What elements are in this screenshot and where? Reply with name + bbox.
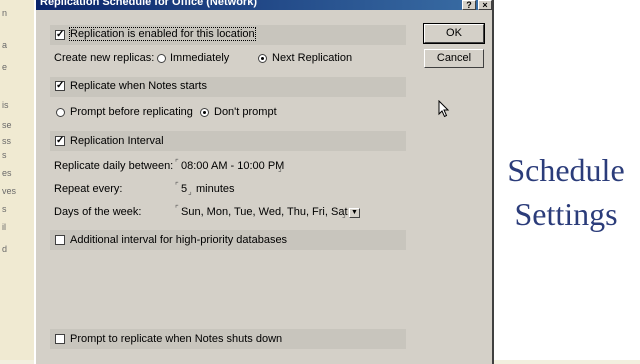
dialog-titlebar[interactable]: Replication Schedule for Office (Network…: [36, 0, 492, 10]
days-of-week-field[interactable]: Sun, Mon, Tue, Wed, Thu, Fri, Sat: [181, 206, 348, 218]
replicate-on-start-label[interactable]: Replicate when Notes starts: [70, 80, 207, 92]
slide-title-line1: Schedule: [507, 152, 625, 188]
field-bracket-close: ⌟: [342, 210, 346, 219]
bg-fragment: se: [2, 120, 12, 130]
immediately-label[interactable]: Immediately: [170, 52, 229, 64]
prompt-before-radio[interactable]: [56, 108, 65, 117]
daily-between-field[interactable]: 08:00 AM - 10:00 PM: [181, 160, 284, 172]
replication-enabled-checkbox[interactable]: ✓: [55, 30, 65, 40]
create-new-replicas-label: Create new replicas:: [54, 52, 155, 64]
next-replication-radio[interactable]: [258, 54, 267, 63]
bg-fragment: d: [2, 244, 8, 254]
slide-title: Schedule Settings: [496, 148, 636, 236]
high-priority-label[interactable]: Additional interval for high-priority da…: [70, 234, 287, 246]
replication-interval-checkbox[interactable]: ✓: [55, 136, 65, 146]
bg-fragment: es: [2, 168, 12, 178]
replication-enabled-label[interactable]: Replication is enabled for this location: [69, 27, 256, 41]
mouse-cursor-icon: [438, 100, 450, 118]
days-of-week-label: Days of the week:: [54, 206, 142, 218]
field-bracket-close: ⌟: [188, 187, 192, 196]
dont-prompt-label[interactable]: Don't prompt: [214, 106, 277, 118]
field-bracket-open: ⌜: [175, 158, 179, 167]
ok-button[interactable]: OK: [423, 23, 485, 44]
replication-interval-label[interactable]: Replication Interval: [70, 135, 164, 147]
high-priority-checkbox[interactable]: [55, 235, 65, 245]
shutdown-label[interactable]: Prompt to replicate when Notes shuts dow…: [70, 333, 282, 345]
dont-prompt-radio[interactable]: [200, 108, 209, 117]
shutdown-checkbox[interactable]: [55, 334, 65, 344]
bg-fragment: n: [2, 8, 8, 18]
bg-fragment: ss: [2, 136, 11, 146]
field-bracket-close: ⌟: [278, 164, 282, 173]
repeat-every-field[interactable]: 5: [181, 183, 187, 195]
bg-fragment: s: [2, 204, 7, 214]
bg-fragment: a: [2, 40, 8, 50]
days-dropdown-icon[interactable]: ▼: [349, 208, 360, 218]
close-button[interactable]: ×: [478, 0, 492, 10]
repeat-every-label: Repeat every:: [54, 183, 123, 195]
prompt-before-label[interactable]: Prompt before replicating: [70, 106, 193, 118]
cancel-button[interactable]: Cancel: [424, 49, 484, 68]
slide-title-line2: Settings: [514, 196, 618, 232]
daily-between-label: Replicate daily between:: [54, 160, 174, 172]
bg-fragment: is: [2, 100, 9, 110]
help-button[interactable]: ?: [462, 0, 476, 10]
bg-fragment: il: [2, 222, 6, 232]
background-window-strip: n a e is se ss s es ves s il d: [0, 0, 36, 360]
replicate-on-start-checkbox[interactable]: ✓: [55, 81, 65, 91]
field-bracket-open: ⌜: [175, 204, 179, 213]
bg-fragment: ves: [2, 186, 17, 196]
immediately-radio[interactable]: [157, 54, 166, 63]
bg-fragment: s: [2, 150, 7, 160]
field-bracket-open: ⌜: [175, 181, 179, 190]
repeat-unit-label: minutes: [196, 183, 235, 195]
bg-fragment: e: [2, 62, 8, 72]
dialog-title: Replication Schedule for Office (Network…: [40, 0, 257, 8]
next-replication-label[interactable]: Next Replication: [272, 52, 352, 64]
